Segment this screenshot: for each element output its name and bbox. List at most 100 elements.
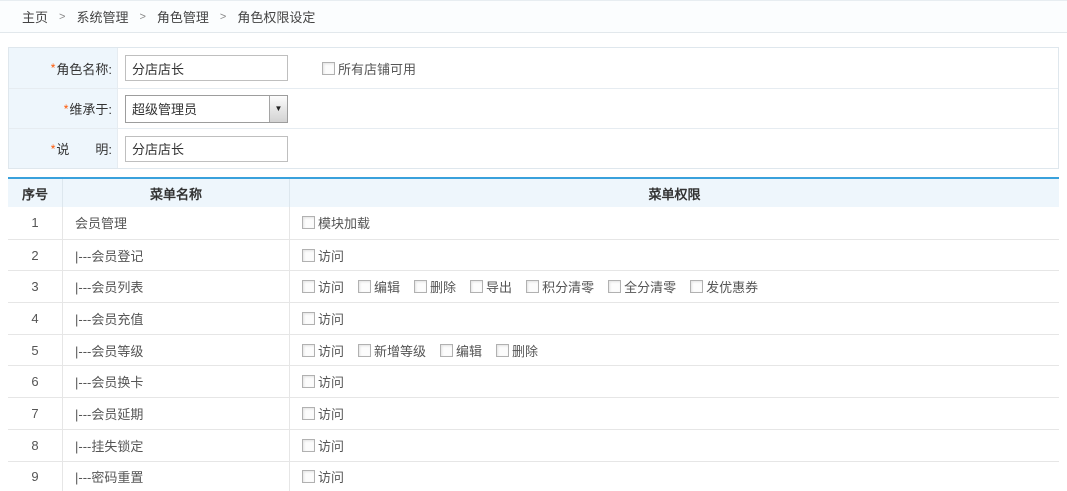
permission-checkbox-group[interactable]: 全分清零 [608, 277, 676, 296]
all-shops-checkbox[interactable] [322, 62, 335, 75]
role-name-label-text: 角色名称: [56, 59, 112, 78]
breadcrumb-separator: > [59, 11, 65, 23]
permission-checkbox-label: 编辑 [456, 341, 482, 360]
description-label-text: 说 明: [56, 139, 112, 158]
permission-checkbox-label: 删除 [512, 341, 538, 360]
inherit-from-label-text: 维承于: [69, 99, 112, 118]
permission-checkbox[interactable] [302, 439, 315, 452]
permission-checkbox-label: 访问 [318, 404, 344, 423]
permission-checkbox-label: 访问 [318, 372, 344, 391]
permission-checkbox-group[interactable]: 发优惠券 [690, 277, 758, 296]
all-shops-checkbox-group[interactable]: 所有店铺可用 [322, 59, 416, 78]
breadcrumb-home[interactable]: 主页 [22, 7, 48, 26]
permission-checkbox[interactable] [302, 312, 315, 325]
permissions-table: 序号 菜单名称 菜单权限 1 会员管理 模块加载 2 |---会员登记 访问 3… [8, 177, 1059, 491]
permission-checkbox-label: 访问 [318, 436, 344, 455]
inherit-from-select[interactable]: 超级管理员 ▼ [125, 95, 288, 123]
menu-name: |---会员延期 [63, 398, 290, 429]
permission-checkbox[interactable] [302, 280, 315, 293]
permission-checkbox[interactable] [414, 280, 427, 293]
permission-checkbox-label: 删除 [430, 277, 456, 296]
permission-checkbox[interactable] [496, 344, 509, 357]
breadcrumb-separator: > [220, 11, 226, 23]
permission-checkbox-label: 全分清零 [624, 277, 676, 296]
menu-permissions: 访问 [290, 462, 1059, 491]
permission-checkbox-group[interactable]: 编辑 [440, 341, 482, 360]
table-row: 7 |---会员延期 访问 [8, 397, 1059, 429]
permission-checkbox-group[interactable]: 访问 [302, 309, 344, 328]
row-seq: 1 [8, 207, 63, 239]
header-menu-name: 菜单名称 [63, 179, 290, 207]
permission-checkbox-group[interactable]: 新增等级 [358, 341, 426, 360]
permission-checkbox-group[interactable]: 访问 [302, 372, 344, 391]
permission-checkbox-group[interactable]: 编辑 [358, 277, 400, 296]
row-seq: 5 [8, 335, 63, 366]
permission-checkbox-group[interactable]: 访问 [302, 341, 344, 360]
role-name-value-cell: 所有店铺可用 [118, 48, 1058, 88]
permission-checkbox-label: 访问 [318, 277, 344, 296]
permission-checkbox-label: 模块加载 [318, 213, 370, 232]
permission-checkbox[interactable] [470, 280, 483, 293]
role-form: * 角色名称: 所有店铺可用 * 维承于: 超级管理员 ▼ * 说 明: [8, 47, 1059, 169]
menu-permissions: 访问 [290, 240, 1059, 271]
row-seq: 9 [8, 462, 63, 491]
menu-permissions: 模块加载 [290, 207, 1059, 239]
permission-checkbox-label: 访问 [318, 467, 344, 486]
row-seq: 6 [8, 366, 63, 397]
permission-checkbox[interactable] [302, 470, 315, 483]
required-marker: * [51, 142, 56, 156]
description-input[interactable] [125, 136, 288, 162]
breadcrumb-system-management[interactable]: 系统管理 [76, 7, 128, 26]
breadcrumb-role-management[interactable]: 角色管理 [157, 7, 209, 26]
table-row: 8 |---挂失锁定 访问 [8, 429, 1059, 461]
permission-checkbox-group[interactable]: 访问 [302, 246, 344, 265]
permission-checkbox[interactable] [358, 280, 371, 293]
permission-checkbox-group[interactable]: 删除 [414, 277, 456, 296]
table-row: 1 会员管理 模块加载 [8, 207, 1059, 239]
menu-permissions: 访问新增等级 编辑 删除 [290, 335, 1059, 366]
permission-checkbox-group[interactable]: 访问 [302, 436, 344, 455]
menu-name: |---会员登记 [63, 240, 290, 271]
breadcrumb-separator: > [139, 11, 145, 23]
menu-permissions: 访问 [290, 303, 1059, 334]
form-row-role-name: * 角色名称: 所有店铺可用 [9, 48, 1058, 88]
permission-checkbox[interactable] [440, 344, 453, 357]
permission-checkbox[interactable] [302, 344, 315, 357]
row-seq: 4 [8, 303, 63, 334]
menu-name: |---会员换卡 [63, 366, 290, 397]
permission-checkbox-group[interactable]: 访问 [302, 277, 344, 296]
menu-name: |---会员充值 [63, 303, 290, 334]
required-marker: * [64, 102, 69, 116]
permission-checkbox[interactable] [690, 280, 703, 293]
inherit-from-value-cell: 超级管理员 ▼ [118, 89, 1058, 128]
role-name-input[interactable] [125, 55, 288, 81]
permission-checkbox[interactable] [608, 280, 621, 293]
row-seq: 2 [8, 240, 63, 271]
permissions-table-body: 1 会员管理 模块加载 2 |---会员登记 访问 3 |---会员列表 访问编… [8, 207, 1059, 491]
permission-checkbox-group[interactable]: 访问 [302, 404, 344, 423]
permission-checkbox[interactable] [302, 216, 315, 229]
breadcrumb-current-page: 角色权限设定 [237, 7, 315, 26]
inherit-from-label: * 维承于: [9, 89, 118, 128]
permission-checkbox-label: 访问 [318, 341, 344, 360]
permission-checkbox[interactable] [302, 375, 315, 388]
header-seq: 序号 [8, 179, 63, 207]
table-row: 2 |---会员登记 访问 [8, 239, 1059, 271]
permission-checkbox-group[interactable]: 访问 [302, 467, 344, 486]
breadcrumb: 主页 > 系统管理 > 角色管理 > 角色权限设定 [0, 0, 1067, 33]
chevron-down-icon[interactable]: ▼ [269, 96, 287, 122]
menu-name: |---会员等级 [63, 335, 290, 366]
permission-checkbox-group[interactable]: 模块加载 [302, 213, 370, 232]
permission-checkbox[interactable] [302, 249, 315, 262]
menu-name: |---会员列表 [63, 271, 290, 302]
row-seq: 8 [8, 430, 63, 461]
permission-checkbox[interactable] [302, 407, 315, 420]
permission-checkbox-group[interactable]: 积分清零 [526, 277, 594, 296]
permission-checkbox-group[interactable]: 删除 [496, 341, 538, 360]
table-row: 3 |---会员列表 访问编辑删除导出积分清零全分清零发优惠券 [8, 270, 1059, 302]
permission-checkbox-label: 编辑 [374, 277, 400, 296]
permission-checkbox-group[interactable]: 导出 [470, 277, 512, 296]
permission-checkbox[interactable] [358, 344, 371, 357]
permission-checkbox[interactable] [526, 280, 539, 293]
table-row: 6 |---会员换卡 访问 [8, 365, 1059, 397]
